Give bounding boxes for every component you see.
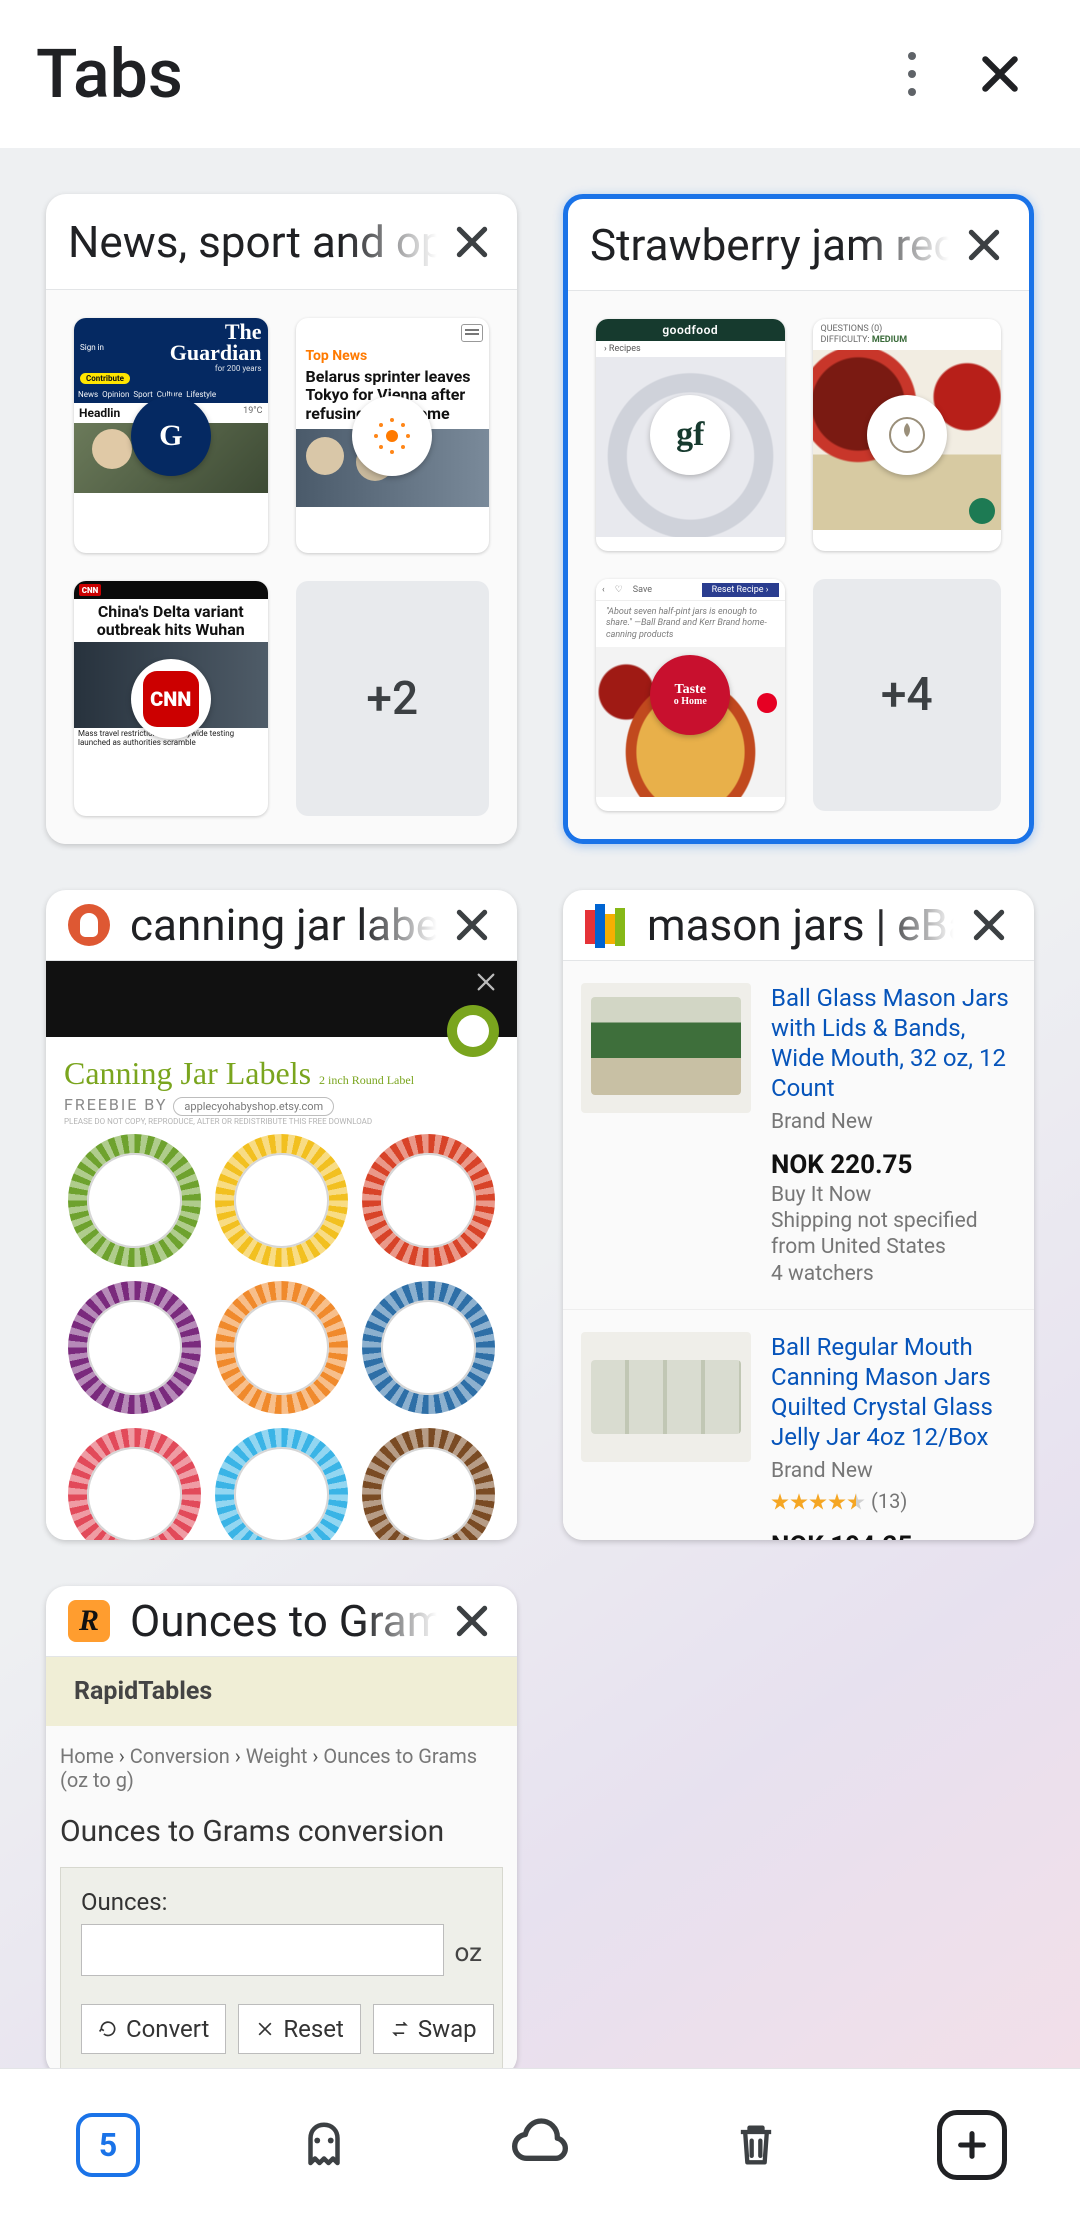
breadcrumb: Home › Conversion › Weight › Ounces to G… [46,1726,517,1810]
ebay-icon [585,904,627,946]
site-badge: gf [650,395,730,475]
site-badge: Tasteo Home [650,655,730,735]
tab-group-card[interactable]: News, sport and opinion Sign in TheGuard… [46,194,517,844]
close-icon [978,52,1022,96]
tab-card[interactable]: canning jar labels Canning Jar Labels 2 … [46,890,517,1540]
close-icon[interactable] [475,971,497,993]
listing-title: Ball Glass Mason Jars with Lids & Bands,… [771,983,1016,1103]
brand-bar: RapidTables [46,1657,517,1726]
listing-thumb [581,1332,751,1462]
star-rating-icon [771,1493,865,1511]
plus-icon [955,2128,989,2162]
label-grid [64,1134,499,1540]
close-tabs-button[interactable] [956,30,1044,118]
ghost-icon [297,2118,351,2172]
new-tab-button[interactable] [936,2109,1008,2181]
ounces-input[interactable] [81,1924,444,1976]
page-heading: Ounces to Grams conversion [46,1810,517,1867]
card-title: Strawberry jam recipes [590,219,949,271]
trash-icon [730,2119,782,2171]
site-badge: G [131,396,211,476]
card-header: News, sport and opinion [46,194,517,290]
brand-stamp-icon [447,1005,499,1057]
group-thumb[interactable]: ‹♡SaveReset Recipe › "About seven half-p… [596,579,785,811]
reset-button[interactable]: Reset [238,2004,360,2054]
card-header: R Ounces to Grams [46,1586,517,1657]
site-badge [352,396,432,476]
incognito-button[interactable] [288,2109,360,2181]
group-thumb[interactable]: goodfood › Recipes gf [596,319,785,551]
close-icon [453,1602,491,1640]
listing-row[interactable]: Ball Regular Mouth Canning Mason Jars Qu… [563,1310,1034,1540]
group-more[interactable]: +2 [296,581,490,816]
group-more[interactable]: +4 [813,579,1002,811]
card-title: canning jar labels [130,899,437,951]
convert-button[interactable]: Convert [81,2004,226,2054]
close-tab-button[interactable] [437,890,507,960]
close-tab-button[interactable] [437,1586,507,1656]
more-options-button[interactable] [868,30,956,118]
duckduckgo-icon [68,904,110,946]
card-title: mason jars | eBay [647,899,954,951]
rapidtables-icon: R [68,1600,110,1642]
close-tab-button[interactable] [954,890,1024,960]
text: Sign in [80,343,104,352]
bottom-bar: 5 [0,2068,1080,2220]
cloud-icon [508,2113,572,2177]
group-thumb[interactable]: Sign in TheGuardian for 200 years Contri… [74,318,268,553]
swap-icon [390,2019,410,2039]
card-header: mason jars | eBay [563,890,1034,961]
close-tab-button[interactable] [437,207,507,277]
close-icon [255,2019,275,2039]
tab-count-badge: 5 [76,2113,140,2177]
field-label: Ounces: [81,1888,482,1916]
listing-row[interactable]: Ball Glass Mason Jars with Lids & Bands,… [563,961,1034,1310]
group-thumb[interactable]: QUESTIONS (0) DIFFICULTY: MEDIUM [813,319,1002,551]
kebab-icon [908,70,916,78]
site-badge: CNN [131,659,211,739]
card-header: canning jar labels [46,890,517,961]
tab-group-card[interactable]: Strawberry jam recipes goodfood › Recipe… [563,194,1034,844]
group-thumb[interactable]: Top News Belarus sprinter leaves Tokyo f… [296,318,490,553]
synced-tabs-button[interactable] [504,2109,576,2181]
listing-thumb [581,983,751,1113]
site-badge [867,395,947,475]
close-icon [970,906,1008,944]
swap-button[interactable]: Swap [373,2004,494,2054]
close-all-button[interactable] [720,2109,792,2181]
card-title: News, sport and opinion [68,216,437,268]
menu-icon [461,324,483,342]
group-thumb[interactable]: CNN China's Delta variant outbreak hits … [74,581,268,816]
tab-count-button[interactable]: 5 [72,2109,144,2181]
listing-title: Ball Regular Mouth Canning Mason Jars Qu… [771,1332,1016,1452]
tab-grid: News, sport and opinion Sign in TheGuard… [0,148,1080,2068]
close-icon [453,906,491,944]
close-icon [965,226,1003,264]
card-title: Ounces to Grams [130,1595,437,1647]
card-header: Strawberry jam recipes [568,199,1029,291]
tab-card[interactable]: R Ounces to Grams RapidTables Home › Con… [46,1586,517,2068]
close-icon [453,223,491,261]
refresh-icon [98,2019,118,2039]
close-tab-button[interactable] [949,210,1019,280]
topbar: Tabs [0,0,1080,148]
page-title: Tabs [36,34,183,114]
tab-card[interactable]: mason jars | eBay Ball Glass Mason Jars … [563,890,1034,1540]
overlay-bar [46,961,517,1037]
